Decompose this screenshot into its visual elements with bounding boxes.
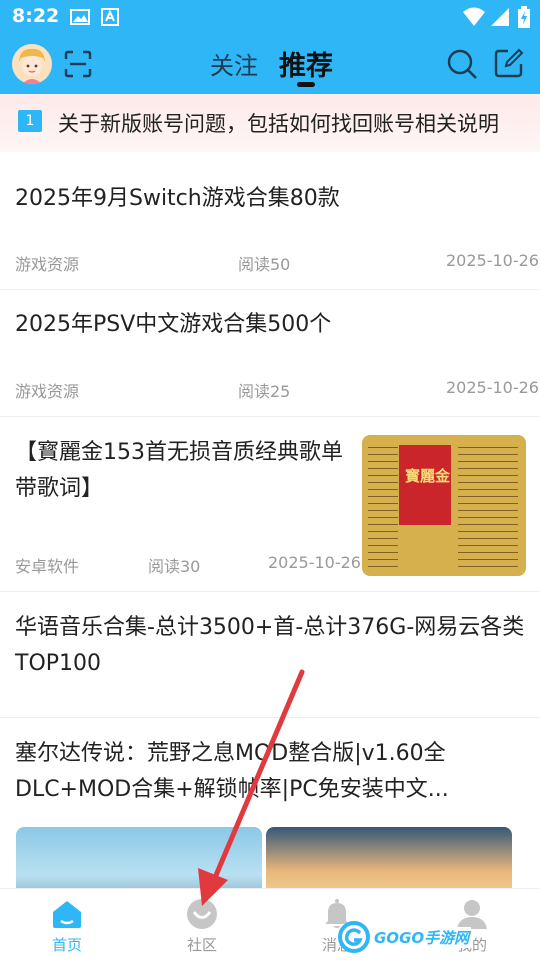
feed-item-reads: 阅读50 (238, 255, 291, 274)
status-bar: 8:22 (0, 0, 540, 36)
avatar[interactable] (12, 44, 52, 84)
thumbnail-tracklist (368, 441, 398, 571)
nav-community[interactable]: 社区 (162, 889, 242, 961)
tab-follow[interactable]: 关注 (210, 46, 258, 81)
download-icon (101, 8, 119, 26)
signal-icon (491, 8, 509, 26)
nav-home[interactable]: 首页 (27, 889, 107, 961)
battery-charging-icon (518, 6, 530, 28)
notice-index: 1 (18, 110, 42, 132)
feed-item-title: 2025年PSV中文游戏合集500个 (15, 312, 332, 337)
watermark-logo: GOGO手游网 (338, 919, 472, 955)
community-icon (187, 899, 217, 929)
notice-banner[interactable]: 1 关于新版账号问题，包括如何找回账号相关说明 (0, 94, 540, 152)
tab-active-indicator (297, 82, 315, 87)
feed-item-category: 安卓软件 (15, 557, 80, 576)
feed-item-title: 塞尔达传说：荒野之息MOD整合版|v1.60全DLC+MOD合集+解锁帧率|PC… (15, 741, 449, 802)
nav-community-label: 社区 (186, 936, 217, 954)
tab-recommend[interactable]: 推荐 (279, 44, 333, 83)
feed-item-date: 2025-10-26 (268, 553, 361, 572)
search-icon[interactable] (446, 48, 478, 80)
feed-item[interactable]: 华语音乐合集-总计3500+首-总计376G-网易云各类TOP100 (0, 592, 540, 718)
status-time: 8:22 (12, 5, 60, 27)
feed-item[interactable]: 2025年PSV中文游戏合集500个 游戏资源 阅读25 2025-10-26 (0, 290, 540, 417)
thumbnail-title: 寳麗金 (405, 467, 451, 485)
feed-item-title: 2025年9月Switch游戏合集80款 (15, 186, 340, 211)
gallery-icon (70, 9, 90, 25)
thumbnail-tracklist (458, 441, 518, 571)
feed-item-date: 2025-10-26 (446, 251, 539, 270)
feed-item-date: 2025-10-26 (446, 378, 539, 397)
feed-item[interactable]: 2025年9月Switch游戏合集80款 游戏资源 阅读50 2025-10-2… (0, 152, 540, 290)
feed-item-category: 游戏资源 (15, 382, 80, 401)
feed-item-reads: 阅读25 (238, 382, 291, 401)
notice-text: 关于新版账号问题，包括如何找回账号相关说明 (58, 112, 499, 136)
top-header: 关注 推荐 (0, 36, 540, 94)
wifi-icon (463, 7, 485, 26)
edit-icon[interactable] (494, 48, 524, 78)
feed-item-category: 游戏资源 (15, 255, 80, 274)
home-icon (53, 901, 81, 928)
scan-icon[interactable] (64, 50, 92, 78)
feed-item-reads: 阅读30 (148, 557, 201, 576)
nav-home-label: 首页 (51, 936, 82, 954)
watermark-text: GOGO手游网 (372, 927, 472, 948)
feed-item-title: 华语音乐合集-总计3500+首-总计376G-网易云各类TOP100 (15, 615, 525, 676)
watermark-icon (338, 921, 370, 953)
feed-item-title: 【寳麗金153首无损音质经典歌单带歌词】 (15, 440, 343, 501)
feed-item-thumbnail[interactable]: 寳麗金 (362, 435, 526, 576)
avatar-icon (12, 44, 52, 84)
